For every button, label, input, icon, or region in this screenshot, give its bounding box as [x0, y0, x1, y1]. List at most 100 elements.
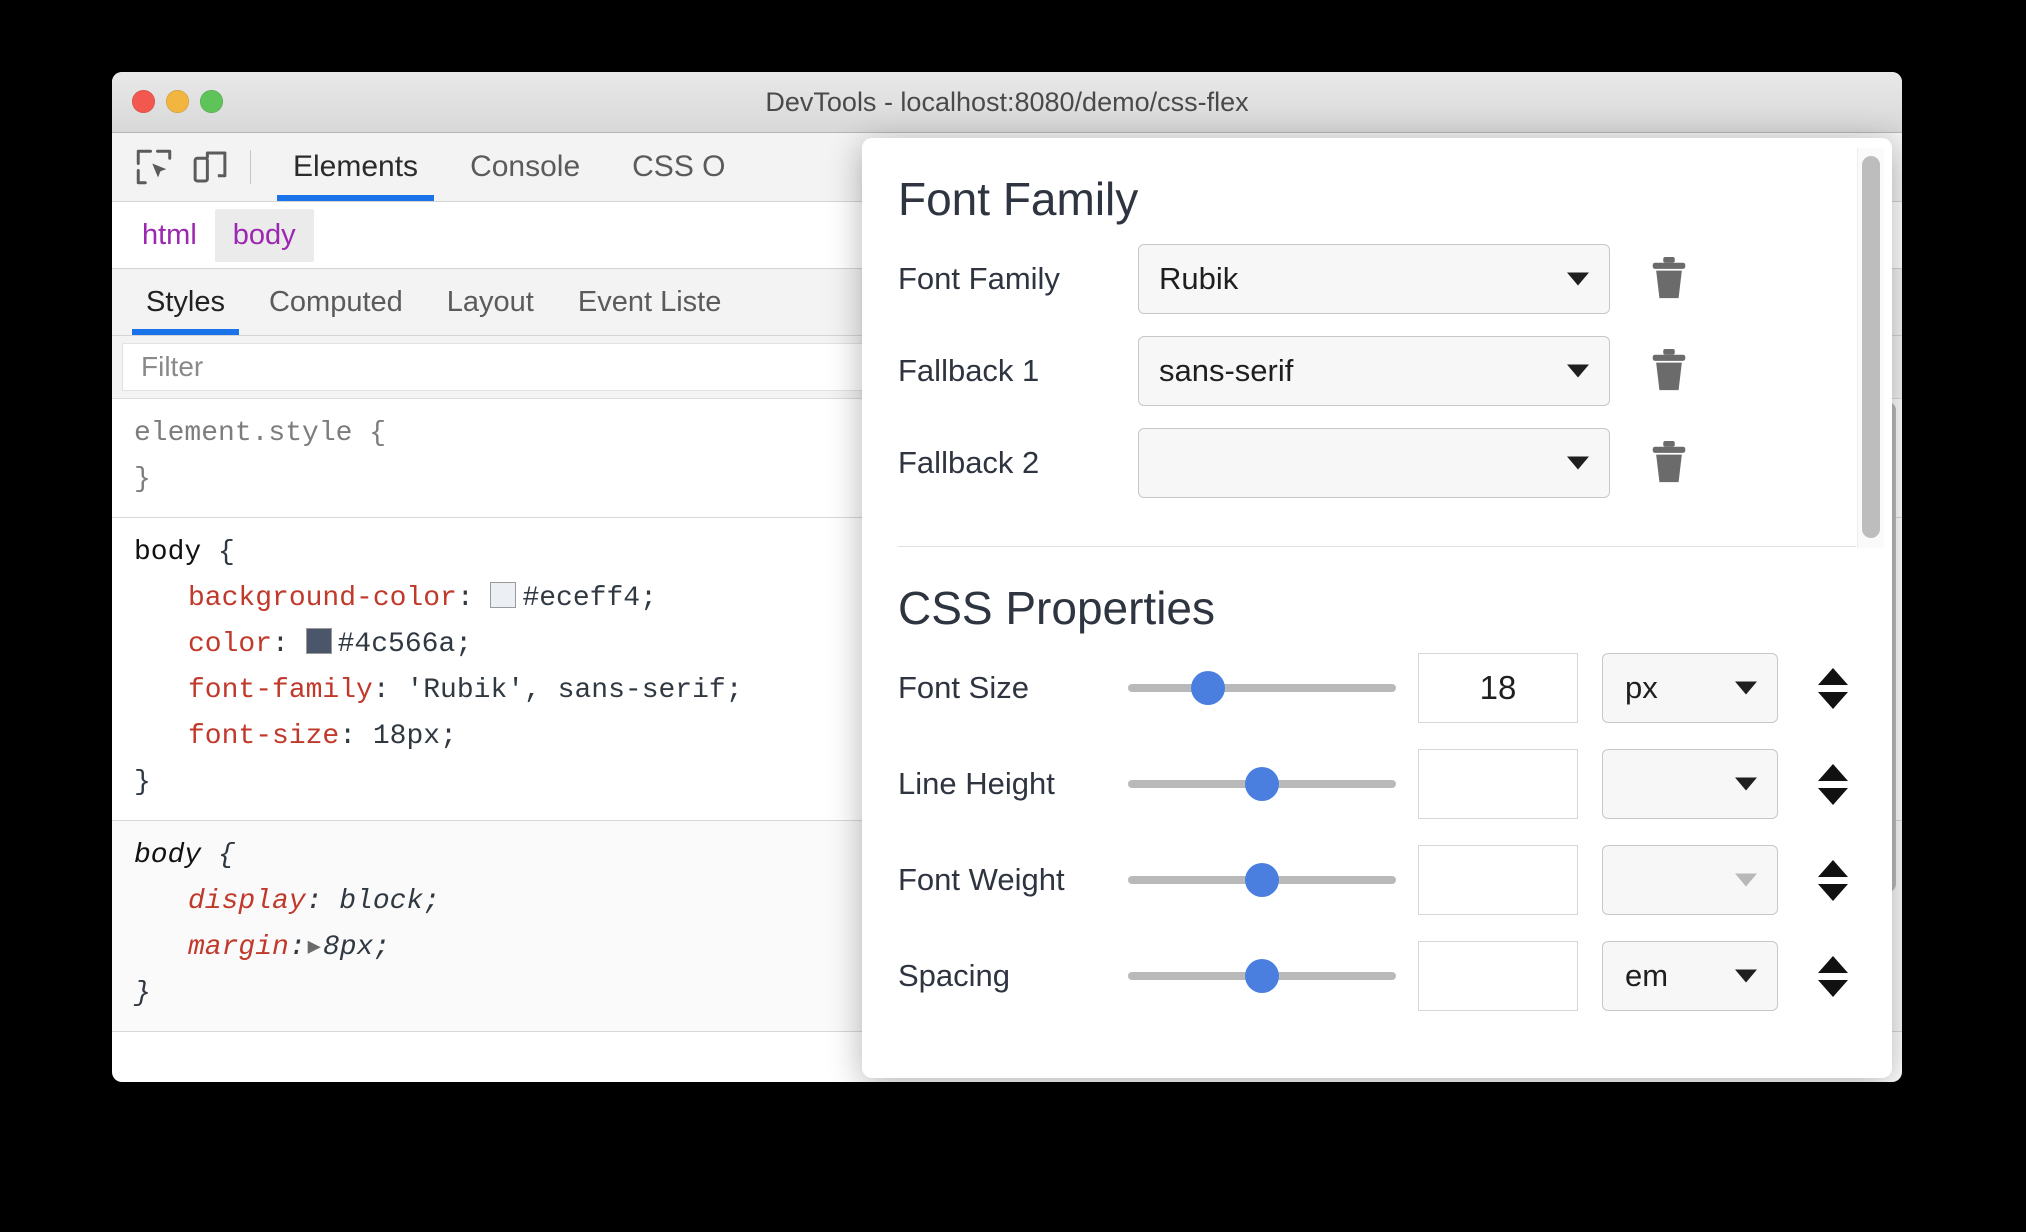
font-weight-label: Font Weight	[898, 862, 1065, 897]
semicolon: ;	[423, 886, 441, 917]
slider-thumb[interactable]	[1245, 959, 1279, 993]
spacing-value-input[interactable]	[1418, 941, 1578, 1011]
declaration-value: 'Rubik', sans-serif	[406, 675, 726, 706]
delete-font-family-button[interactable]	[1646, 253, 1692, 305]
font-size-value-input[interactable]: 18	[1418, 653, 1578, 723]
devtools-tab-strip: Elements Console CSS O	[267, 133, 752, 201]
tab-styles[interactable]: Styles	[124, 269, 247, 335]
line-height-slider[interactable]	[1128, 764, 1396, 804]
fallback-1-label: Fallback 1	[898, 353, 1040, 388]
fallback-2-select[interactable]	[1138, 428, 1610, 498]
font-family-heading: Font Family	[898, 173, 1139, 225]
spacing-stepper[interactable]	[1812, 955, 1854, 997]
font-weight-stepper[interactable]	[1812, 859, 1854, 901]
font-size-stepper[interactable]	[1812, 667, 1854, 709]
declaration-property: font-size	[188, 721, 340, 752]
line-height-row: Line Height	[898, 749, 1852, 819]
line-height-unit-select[interactable]	[1602, 749, 1778, 819]
screen: DevTools - localhost:8080/demo/css-flex …	[0, 0, 2026, 1232]
semicolon: ;	[725, 675, 743, 706]
font-family-select-value: Rubik	[1159, 261, 1239, 296]
declaration-value: #4c566a	[337, 629, 456, 660]
tab-layout[interactable]: Layout	[425, 269, 556, 335]
stepper-down-icon[interactable]	[1818, 883, 1848, 901]
slider-thumb[interactable]	[1191, 671, 1226, 705]
stepper-down-icon[interactable]	[1818, 691, 1848, 709]
declaration-value: 18px	[372, 721, 441, 752]
font-family-label: Font Family	[898, 261, 1060, 296]
font-size-slider[interactable]	[1128, 668, 1396, 708]
font-size-unit-value: px	[1625, 670, 1658, 705]
declaration-property: color	[188, 629, 273, 660]
slider-track	[1128, 684, 1396, 692]
stepper-up-icon[interactable]	[1818, 859, 1848, 877]
slider-thumb[interactable]	[1245, 863, 1279, 897]
spacing-unit-value: em	[1625, 958, 1669, 993]
font-size-unit-select[interactable]: px	[1602, 653, 1778, 723]
stepper-down-icon[interactable]	[1818, 787, 1848, 805]
font-family-row: Font Family Rubik	[898, 244, 1852, 314]
line-height-label: Line Height	[898, 766, 1055, 801]
font-weight-row: Font Weight	[898, 845, 1852, 915]
breadcrumb-item-body[interactable]: body	[214, 208, 314, 262]
stepper-up-icon[interactable]	[1818, 667, 1848, 685]
font-weight-unit-select[interactable]	[1602, 845, 1778, 915]
inspect-element-icon[interactable]	[126, 139, 182, 195]
fallback-1-select[interactable]: sans-serif	[1138, 336, 1610, 406]
close-brace: }	[134, 978, 151, 1009]
toolbar-divider	[250, 150, 251, 184]
spacing-unit-select[interactable]: em	[1602, 941, 1778, 1011]
semicolon: ;	[373, 932, 391, 963]
spacing-label: Spacing	[898, 958, 1011, 993]
tab-event-listeners[interactable]: Event Liste	[556, 269, 743, 335]
spacing-slider[interactable]	[1128, 956, 1396, 996]
window-titlebar: DevTools - localhost:8080/demo/css-flex	[112, 72, 1902, 133]
chevron-down-icon	[1735, 681, 1757, 695]
fallback-1-row: Fallback 1 sans-serif	[898, 336, 1852, 406]
font-weight-slider[interactable]	[1128, 860, 1396, 900]
stepper-up-icon[interactable]	[1818, 763, 1848, 781]
delete-fallback-2-button[interactable]	[1646, 437, 1692, 489]
chevron-down-icon	[1567, 456, 1589, 470]
font-editor-popup: Font Family Font Family Rubik Fallback 1…	[862, 138, 1892, 1078]
declaration-value: block	[339, 886, 424, 917]
tab-computed[interactable]: Computed	[247, 269, 425, 335]
font-weight-value-input[interactable]	[1418, 845, 1578, 915]
tab-console[interactable]: Console	[444, 133, 606, 201]
stepper-down-icon[interactable]	[1818, 979, 1848, 997]
line-height-stepper[interactable]	[1812, 763, 1854, 805]
font-size-row: Font Size 18 px	[898, 653, 1852, 723]
declaration-property: display	[188, 886, 306, 917]
semicolon: ;	[455, 629, 473, 660]
css-properties-section: CSS Properties Font Size 18 px Line Heig…	[862, 547, 1892, 1047]
chevron-down-icon	[1735, 969, 1757, 983]
css-properties-heading: CSS Properties	[898, 582, 1216, 634]
semicolon: ;	[640, 583, 657, 614]
tab-css-overview[interactable]: CSS O	[606, 133, 751, 201]
close-brace: }	[134, 767, 151, 798]
selector-text: body	[134, 840, 202, 871]
declaration-value: #eceff4	[522, 583, 641, 614]
open-brace: {	[218, 840, 235, 871]
open-brace: {	[218, 537, 235, 568]
slider-thumb[interactable]	[1245, 767, 1279, 801]
declaration-property: background-color	[188, 583, 457, 614]
device-toolbar-icon[interactable]	[182, 139, 238, 195]
delete-fallback-1-button[interactable]	[1646, 345, 1692, 397]
selector-text: element.style	[134, 418, 353, 449]
font-family-scrollbar[interactable]	[1862, 156, 1880, 538]
stepper-up-icon[interactable]	[1818, 955, 1848, 973]
semicolon: ;	[440, 721, 457, 752]
chevron-down-icon	[1735, 873, 1757, 887]
chevron-down-icon	[1567, 364, 1589, 378]
font-family-select[interactable]: Rubik	[1138, 244, 1610, 314]
selector-text: body	[134, 537, 202, 568]
breadcrumb-item-html[interactable]: html	[124, 209, 215, 262]
spacing-row: Spacing em	[898, 941, 1852, 1011]
color-swatch-color[interactable]	[305, 628, 332, 654]
line-height-value-input[interactable]	[1418, 749, 1578, 819]
color-swatch-background-color[interactable]	[490, 582, 517, 608]
chevron-down-icon	[1567, 272, 1589, 286]
tab-elements[interactable]: Elements	[267, 133, 444, 201]
expand-triangle-icon[interactable]: ▶	[308, 925, 321, 971]
